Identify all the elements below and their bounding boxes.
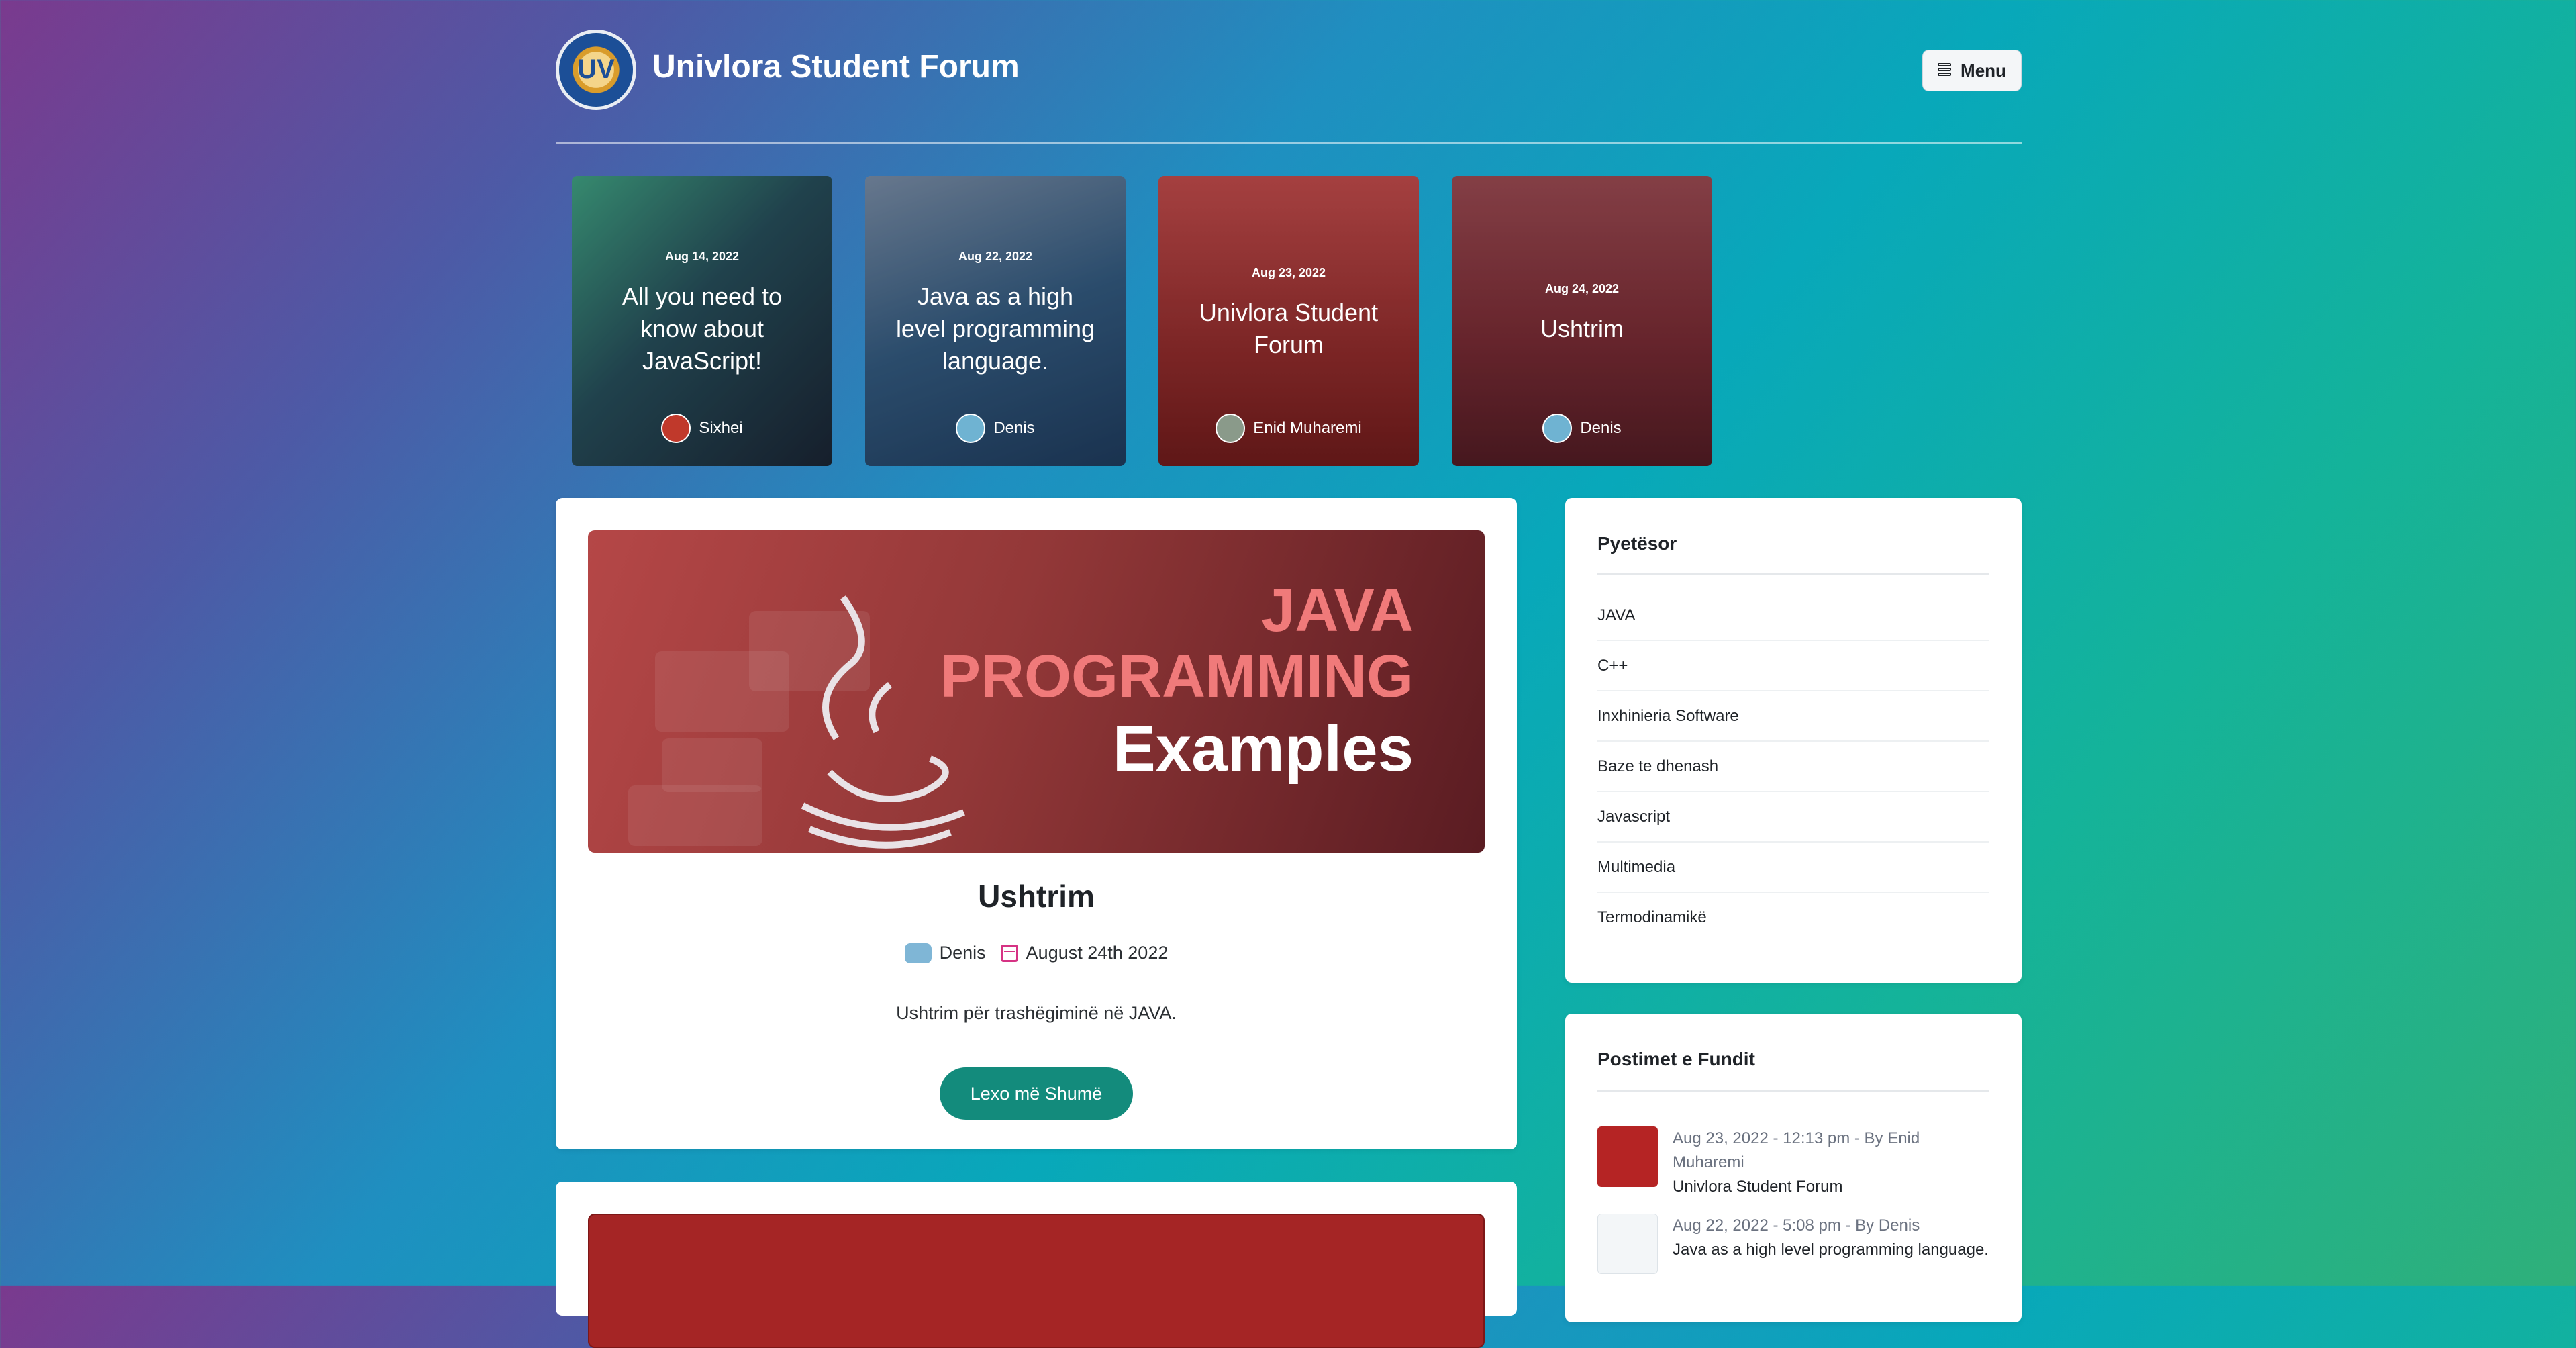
featured-author[interactable]: Sixhei (572, 414, 832, 443)
post-image[interactable]: JAVA PROGRAMMING Examples (588, 530, 1485, 853)
featured-author[interactable]: Enid Muharemi (1158, 414, 1419, 443)
categories-widget: Pyetësor JAVA C++ Inxhinieria Software B… (1565, 498, 2022, 983)
category-item[interactable]: Inxhinieria Software (1597, 691, 1989, 742)
featured-title[interactable]: Ushtrim (1479, 313, 1685, 345)
featured-author[interactable]: Denis (1452, 414, 1712, 443)
recent-post-meta: Aug 23, 2022 - 12:13 pm - By Enid Muhare… (1673, 1129, 1920, 1171)
recent-post-title[interactable]: Java as a high level programming languag… (1673, 1238, 1989, 1262)
categories-title: Pyetësor (1597, 533, 1677, 554)
menu-label: Menu (1961, 60, 2006, 81)
post-title[interactable]: Ushtrim (556, 878, 1517, 914)
post-card: JAVA PROGRAMMING Examples Ushtrim Denis … (556, 498, 1517, 1149)
featured-date: Aug 14, 2022 (664, 250, 740, 263)
post-image[interactable] (588, 1214, 1485, 1348)
author-avatar (661, 414, 691, 443)
featured-card[interactable]: Aug 24, 2022 Ushtrim Denis (1452, 176, 1712, 466)
featured-author[interactable]: Denis (865, 414, 1126, 443)
category-item[interactable]: C++ (1597, 641, 1989, 691)
university-logo[interactable]: UV (556, 30, 636, 110)
menu-icon (1938, 63, 1952, 78)
post-date: August 24th 2022 (1000, 943, 1169, 963)
author-avatar (1542, 414, 1573, 443)
featured-card[interactable]: Aug 14, 2022 All you need to know about … (572, 176, 832, 466)
featured-date: Aug 22, 2022 (958, 250, 1033, 263)
post-date-text: August 24th 2022 (1026, 943, 1169, 963)
featured-date: Aug 23, 2022 (1251, 266, 1326, 279)
calendar-icon (1000, 944, 1018, 962)
java-banner: JAVA PROGRAMMING Examples (628, 577, 1414, 849)
header-divider (556, 142, 2022, 144)
banner-line-1: JAVA (1261, 577, 1414, 644)
recent-post-meta: Aug 22, 2022 - 5:08 pm - By Denis (1673, 1216, 1920, 1235)
category-item[interactable]: Termodinamikë (1597, 893, 1989, 942)
featured-title[interactable]: Java as a high level programming languag… (892, 281, 1099, 377)
featured-card[interactable]: Aug 22, 2022 Java as a high level progra… (865, 176, 1126, 466)
featured-author-name: Enid Muharemi (1253, 419, 1362, 437)
menu-button[interactable]: Menu (1922, 50, 2022, 91)
category-item[interactable]: Javascript (1597, 792, 1989, 842)
featured-title[interactable]: Univlora Student Forum (1185, 297, 1392, 361)
post-author-name: Denis (939, 943, 986, 963)
recent-post-title[interactable]: Univlora Student Forum (1673, 1175, 1989, 1199)
featured-date: Aug 24, 2022 (1544, 282, 1620, 295)
featured-author-name: Denis (1580, 419, 1622, 437)
author-avatar (1216, 414, 1246, 443)
site-header: UV Univlora Student Forum Menu (556, 30, 2022, 110)
category-list: JAVA C++ Inxhinieria Software Baze te dh… (1597, 591, 1989, 942)
featured-title[interactable]: All you need to know about JavaScript! (599, 281, 805, 377)
post-meta: Denis August 24th 2022 (556, 943, 1517, 963)
category-item[interactable]: JAVA (1597, 591, 1989, 641)
post-excerpt: Ushtrim për trashëgiminë në JAVA. (896, 1003, 1177, 1023)
recent-post-item[interactable]: Aug 23, 2022 - 12:13 pm - By Enid Muhare… (1597, 1126, 1989, 1199)
recent-post-thumbnail[interactable] (1597, 1126, 1658, 1187)
recent-post-thumbnail[interactable] (1597, 1214, 1658, 1274)
featured-author-name: Denis (993, 419, 1035, 437)
logo-text: UV (577, 54, 615, 84)
featured-card[interactable]: Aug 23, 2022 Univlora Student Forum Enid… (1158, 176, 1419, 466)
category-item[interactable]: Multimedia (1597, 842, 1989, 893)
author-avatar (956, 414, 986, 443)
recent-post-item[interactable]: Aug 22, 2022 - 5:08 pm - By Denis Java a… (1597, 1214, 1989, 1274)
author-avatar (904, 943, 932, 963)
widget-divider (1597, 1090, 1989, 1092)
recent-title: Postimet e Fundit (1597, 1049, 1755, 1069)
recent-posts-widget: Postimet e Fundit Aug 23, 2022 - 12:13 p… (1565, 1014, 2022, 1322)
widget-divider (1597, 573, 1989, 575)
banner-line-2: PROGRAMMING (940, 643, 1414, 710)
site-title[interactable]: Univlora Student Forum (652, 48, 1020, 85)
post-card (556, 1182, 1517, 1348)
read-more-button[interactable]: Lexo më Shumë (940, 1067, 1133, 1120)
category-item[interactable]: Baze te dhenash (1597, 742, 1989, 792)
featured-posts: Aug 14, 2022 All you need to know about … (572, 176, 2048, 466)
banner-line-3: Examples (1113, 713, 1414, 785)
post-author[interactable]: Denis (904, 943, 986, 963)
featured-author-name: Sixhei (699, 419, 743, 437)
